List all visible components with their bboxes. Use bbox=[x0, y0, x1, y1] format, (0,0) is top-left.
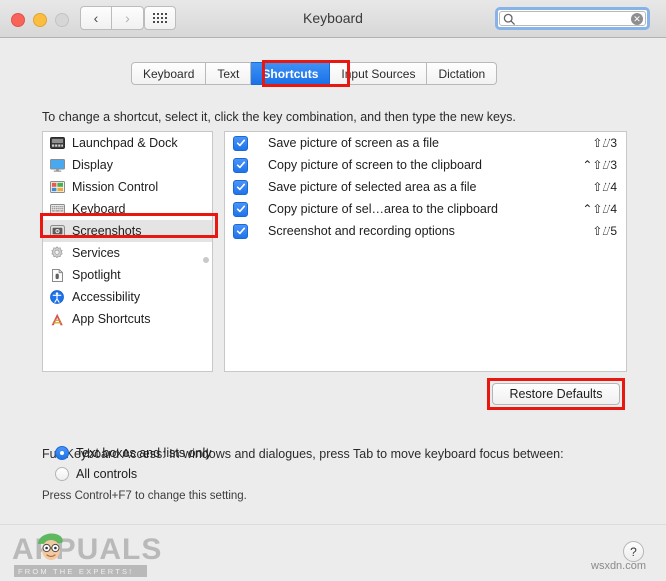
sidebar-item-label: Display bbox=[72, 158, 113, 172]
footer-divider bbox=[0, 524, 666, 525]
shortcut-keys[interactable]: ⇧⌰5 bbox=[592, 224, 617, 239]
search-icon bbox=[503, 13, 516, 31]
shortcut-keys[interactable]: ⇧⌰3 bbox=[592, 136, 617, 151]
display-icon bbox=[49, 158, 65, 172]
sidebar-item-spotlight[interactable]: Spotlight bbox=[43, 264, 212, 286]
sidebar-scroll-indicator[interactable] bbox=[203, 257, 209, 263]
tab-input-sources[interactable]: Input Sources bbox=[330, 62, 428, 85]
sidebar-item-label: App Shortcuts bbox=[72, 312, 151, 326]
shortcut-keys[interactable]: ⌃⇧⌰4 bbox=[582, 202, 617, 217]
shortcut-label: Save picture of screen as a file bbox=[268, 136, 439, 150]
search-input[interactable] bbox=[520, 12, 629, 27]
spotlight-icon bbox=[49, 268, 65, 282]
accessibility-icon bbox=[49, 290, 65, 304]
sidebar-item-app-shortcuts[interactable]: App Shortcuts bbox=[43, 308, 212, 330]
tab-dictation[interactable]: Dictation bbox=[427, 62, 498, 85]
shortcut-keys[interactable]: ⇧⌰4 bbox=[592, 180, 617, 195]
preference-tabs: Keyboard Text Shortcuts Input Sources Di… bbox=[131, 62, 498, 85]
clear-search-icon[interactable]: ✕ bbox=[631, 13, 643, 25]
shortcut-row[interactable]: Copy picture of sel…area to the clipboar… bbox=[225, 198, 626, 220]
help-button[interactable]: ? bbox=[623, 541, 644, 562]
launchpad-dock-icon bbox=[49, 136, 65, 150]
radio-button-icon[interactable] bbox=[55, 467, 69, 481]
shortcut-row[interactable]: Save picture of screen as a file ⇧⌰3 bbox=[225, 132, 626, 154]
sidebar-item-screenshots[interactable]: Screenshots bbox=[43, 220, 212, 242]
logo-mascot-icon bbox=[38, 533, 63, 560]
shortcut-label: Screenshot and recording options bbox=[268, 224, 455, 238]
shortcut-checkbox[interactable] bbox=[233, 135, 248, 151]
radio-label: Text boxes and lists only bbox=[76, 446, 212, 460]
sidebar-item-mission-control[interactable]: Mission Control bbox=[43, 176, 212, 198]
sidebar-item-accessibility[interactable]: Accessibility bbox=[43, 286, 212, 308]
shortcut-row[interactable]: Copy picture of screen to the clipboard … bbox=[225, 154, 626, 176]
sidebar-item-label: Accessibility bbox=[72, 290, 141, 304]
sidebar-item-launchpad-dock[interactable]: Launchpad & Dock bbox=[43, 132, 212, 154]
app-shortcuts-icon bbox=[49, 312, 65, 326]
shortcut-checkbox[interactable] bbox=[233, 179, 248, 195]
search-field[interactable]: ✕ bbox=[495, 7, 650, 30]
sidebar-item-services[interactable]: Services bbox=[43, 242, 212, 264]
shortcut-checkbox[interactable] bbox=[233, 223, 248, 239]
tab-shortcuts[interactable]: Shortcuts bbox=[251, 62, 331, 85]
shortcut-keys[interactable]: ⌃⇧⌰3 bbox=[582, 158, 617, 173]
restore-defaults-button[interactable]: Restore Defaults bbox=[492, 383, 620, 405]
shortcuts-list[interactable]: Save picture of screen as a file ⇧⌰3 Cop… bbox=[224, 131, 627, 372]
keyboard-icon bbox=[49, 202, 65, 216]
shortcut-row[interactable]: Save picture of selected area as a file … bbox=[225, 176, 626, 198]
radio-button-icon[interactable] bbox=[55, 446, 69, 460]
appuals-watermark-logo: APPUALS FROM THE EXPERTS! bbox=[12, 531, 161, 577]
shortcut-label: Copy picture of sel…area to the clipboar… bbox=[268, 202, 498, 216]
sidebar-item-label: Services bbox=[72, 246, 120, 260]
sidebar-item-label: Spotlight bbox=[72, 268, 121, 282]
site-watermark: wsxdn.com bbox=[591, 560, 647, 572]
sidebar-item-keyboard[interactable]: Keyboard bbox=[43, 198, 212, 220]
mission-control-icon bbox=[49, 180, 65, 194]
shortcut-categories-list[interactable]: Launchpad & Dock Display Mission Control bbox=[42, 131, 213, 372]
sidebar-item-label: Screenshots bbox=[72, 224, 142, 238]
sidebar-item-display[interactable]: Display bbox=[43, 154, 212, 176]
full-keyboard-access-hint: Press Control+F7 to change this setting. bbox=[42, 490, 247, 502]
shortcut-row[interactable]: Screenshot and recording options ⇧⌰5 bbox=[225, 220, 626, 242]
tab-keyboard[interactable]: Keyboard bbox=[131, 62, 207, 85]
instruction-text: To change a shortcut, select it, click t… bbox=[42, 110, 516, 124]
sidebar-item-label: Mission Control bbox=[72, 180, 159, 194]
sidebar-item-label: Keyboard bbox=[72, 202, 126, 216]
screenshots-icon bbox=[49, 224, 65, 238]
services-gear-icon bbox=[49, 246, 65, 260]
shortcut-checkbox[interactable] bbox=[233, 201, 248, 217]
shortcut-label: Copy picture of screen to the clipboard bbox=[268, 158, 483, 172]
radio-label: All controls bbox=[76, 467, 138, 481]
window-titlebar: ‹ › Keyboard ✕ bbox=[0, 0, 666, 38]
tab-text[interactable]: Text bbox=[206, 62, 252, 85]
shortcut-checkbox[interactable] bbox=[233, 157, 248, 173]
radio-text-boxes-and-lists-only[interactable]: Text boxes and lists only bbox=[55, 446, 212, 460]
shortcut-label: Save picture of selected area as a file bbox=[268, 180, 477, 194]
radio-all-controls[interactable]: All controls bbox=[55, 467, 137, 481]
logo-tagline: FROM THE EXPERTS! bbox=[14, 565, 147, 577]
sidebar-item-label: Launchpad & Dock bbox=[72, 136, 178, 150]
